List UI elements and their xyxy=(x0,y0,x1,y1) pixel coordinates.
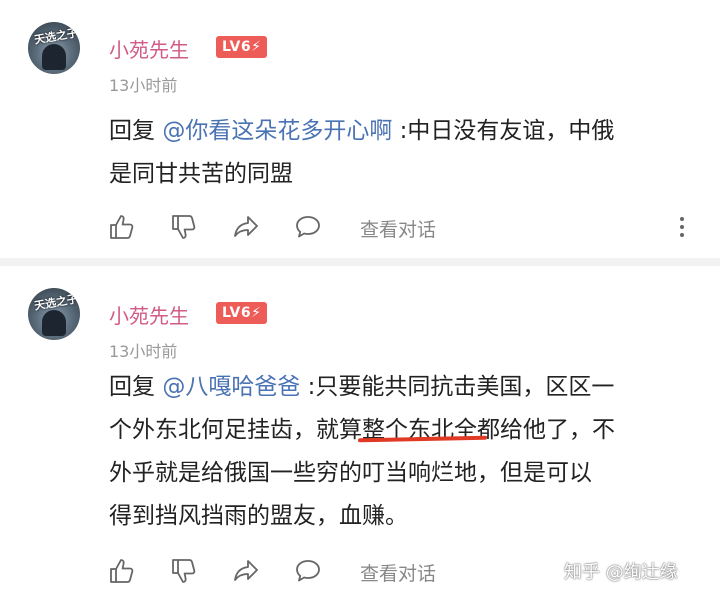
like-icon[interactable] xyxy=(108,557,136,585)
timestamp: 13小时前 xyxy=(109,342,178,361)
comment-text: 得到挡风挡雨的盟友，血赚。 xyxy=(109,503,408,529)
avatar-figure xyxy=(42,44,66,70)
view-dialog-link[interactable]: 查看对话 xyxy=(360,215,436,242)
comment-text: 都给他了，不 xyxy=(477,417,615,443)
comment-text: 是同甘共苦的同盟 xyxy=(109,161,293,187)
comment-icon[interactable] xyxy=(294,557,322,585)
share-icon[interactable] xyxy=(232,557,260,585)
comment-text: :只要能共同抗击美国，区区一 xyxy=(300,374,615,400)
avatar[interactable]: 天选之子 xyxy=(28,288,80,340)
reply-prefix: 回复 xyxy=(109,118,163,144)
comment-body: 回复 @你看这朵花多开心啊 :中日没有友谊，中俄是同甘共苦的同盟 xyxy=(109,110,704,196)
username[interactable]: 小苑先生 xyxy=(109,34,189,63)
watermark: 知乎 @绚辻缘 xyxy=(564,562,678,583)
avatar[interactable]: 天选之子 xyxy=(28,22,80,74)
comment-text: 外乎就是给俄国一些穷的叮当响烂地，但是可以 xyxy=(109,460,592,486)
dislike-icon[interactable] xyxy=(170,557,198,585)
mention-link[interactable]: @八嘎哈爸爸 xyxy=(162,374,300,400)
highlighted-text: 整个东北全 xyxy=(362,417,477,443)
comment-item: 天选之子 小苑先生 LV6⚡ 13小时前 回复 @八嘎哈爸爸 :只要能共同抗击美… xyxy=(0,266,720,602)
divider xyxy=(0,258,720,266)
like-icon[interactable] xyxy=(108,213,136,241)
dislike-icon[interactable] xyxy=(170,213,198,241)
comment-item: 天选之子 小苑先生 LV6⚡ 13小时前 回复 @你看这朵花多开心啊 :中日没有… xyxy=(0,0,720,258)
level-badge: LV6⚡ xyxy=(216,36,268,58)
more-vertical-icon[interactable] xyxy=(674,215,690,239)
level-badge: LV6⚡ xyxy=(216,302,268,324)
avatar-figure xyxy=(42,310,66,336)
username[interactable]: 小苑先生 xyxy=(109,300,189,329)
action-bar: 查看对话 xyxy=(108,213,698,245)
reply-prefix: 回复 xyxy=(109,374,163,400)
comment-text: :中日没有友谊，中俄 xyxy=(392,118,615,144)
mention-link[interactable]: @你看这朵花多开心啊 xyxy=(162,118,392,144)
view-dialog-link[interactable]: 查看对话 xyxy=(360,559,436,586)
comment-text: 个外东北何足挂齿，就算 xyxy=(109,417,362,443)
share-icon[interactable] xyxy=(232,213,260,241)
comment-body: 回复 @八嘎哈爸爸 :只要能共同抗击美国，区区一个外东北何足挂齿，就算整个东北全… xyxy=(109,366,704,538)
comment-icon[interactable] xyxy=(294,213,322,241)
timestamp: 13小时前 xyxy=(109,76,178,95)
